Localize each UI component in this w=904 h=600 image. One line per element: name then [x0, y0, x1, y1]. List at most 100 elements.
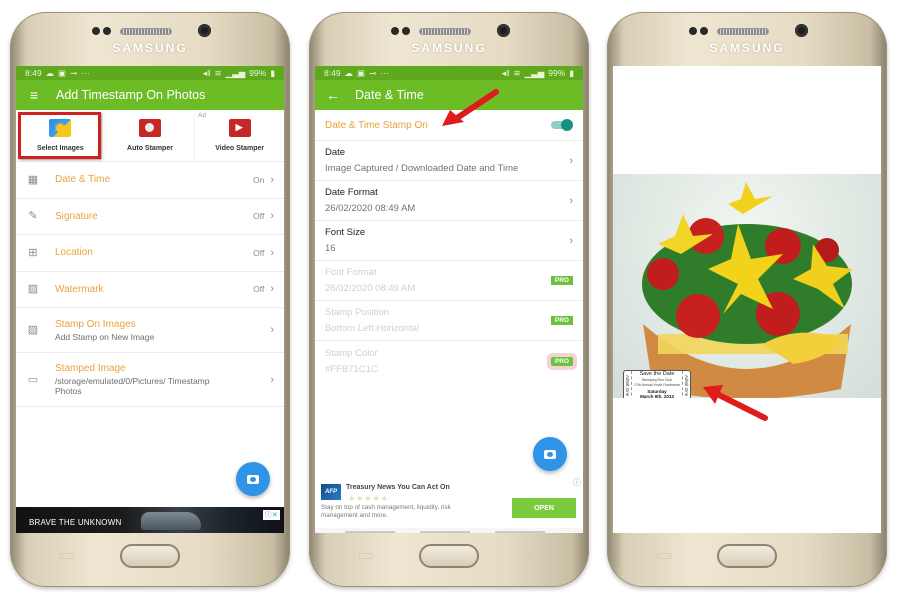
menu-value: Off — [253, 284, 265, 295]
chevron-right-icon: › — [569, 194, 573, 207]
auto-stamper-icon — [139, 119, 161, 137]
setting-value: Image Captured / Downloaded Date and Tim… — [325, 163, 519, 174]
setting-label: Stamp Color — [325, 347, 378, 359]
setting-date-format[interactable]: Date Format 26/02/2020 08:49 AM › — [315, 181, 583, 221]
select-images-button[interactable]: Select Images — [16, 110, 105, 161]
video-stamper-icon — [228, 119, 251, 137]
recent-apps-key[interactable] — [359, 553, 373, 559]
ad-open-button[interactable]: OPEN — [512, 498, 576, 518]
stamp-date: March 9th, 2013 — [640, 394, 674, 398]
setting-font-size[interactable]: Font Size 16 › — [315, 221, 583, 261]
home-button[interactable] — [120, 544, 180, 568]
mute-icon: ◂ǁ — [501, 67, 510, 78]
recent-apps-key[interactable] — [60, 553, 74, 559]
settings-menu: ▦ Date & Time On › ✎ Signature Off › ⊞ L… — [16, 162, 284, 407]
key-icon: ⊸ — [369, 67, 377, 78]
home-button[interactable] — [717, 544, 777, 568]
setting-stamp-position[interactable]: Stamp Position Bottom Left Horizontal PR… — [315, 301, 583, 341]
status-bar: 8:49 ☁ ▣ ⊸ ··· ◂ǁ ≋ ▁▃▅ 99% ▮ — [315, 66, 583, 80]
phone-date-time-screen: SAMSUNG 8:49 ☁ ▣ ⊸ ··· ◂ǁ ≋ ▁▃▅ 99% ▮ ← … — [309, 12, 589, 587]
back-arrow-icon[interactable]: ← — [325, 87, 341, 103]
menu-item-signature[interactable]: ✎ Signature Off › — [16, 199, 284, 235]
calendar-icon: ▦ — [27, 173, 39, 186]
menu-item-stamp-on-images[interactable]: ▨ Stamp On Images Add Stamp on New Image… — [16, 308, 284, 353]
stamp-line: 17th Annual Youth Fundraiser — [634, 383, 680, 388]
red-arrow-annotation — [442, 89, 499, 126]
phone-top-bezel: SAMSUNG — [10, 12, 290, 66]
back-key[interactable] — [226, 553, 240, 559]
pro-badge: PRO — [550, 276, 573, 285]
battery-icon: ▮ — [569, 67, 574, 78]
map-icon: ⊞ — [28, 246, 38, 259]
advertiser-logo: AFP — [321, 484, 341, 500]
setting-label: Date — [325, 147, 346, 158]
back-key[interactable] — [823, 553, 837, 559]
banner-ad[interactable]: BRAVE THE UNKNOWN ⓘ✕ — [16, 507, 284, 533]
screen-title: Date & Time — [355, 88, 424, 102]
phone-bottom-bezel — [309, 533, 589, 587]
menu-item-watermark[interactable]: ▨ Watermark Off › — [16, 272, 284, 308]
stage: SAMSUNG 8:49 ☁ ▣ ⊸ ··· ◂ǁ ≋ ▁▃▅ 99% ▮ ≡ … — [0, 0, 904, 600]
ad-info-icon[interactable]: ⓘ — [573, 477, 581, 488]
feature-label: Video Stamper — [215, 145, 265, 152]
signal-icon: ▁▃▅ — [225, 67, 246, 78]
feature-label: Select Images — [36, 145, 84, 152]
menu-value: Off — [253, 211, 265, 222]
cloud-icon: ☁ — [45, 67, 55, 78]
menu-sublabel: /storage/emulated/0/Pictures/ Timestamp … — [55, 376, 210, 396]
menu-item-location[interactable]: ⊞ Location Off › — [16, 235, 284, 272]
setting-label: Date Format — [325, 187, 378, 198]
setting-date[interactable]: Date Image Captured / Downloaded Date an… — [315, 141, 583, 181]
gallery-icon: ▣ — [58, 67, 67, 78]
brand-logo: SAMSUNG — [411, 41, 487, 55]
setting-value: 16 — [325, 243, 336, 254]
select-images-icon — [49, 119, 72, 137]
signal-icon: ▁▃▅ — [524, 67, 545, 78]
preview-fab-button[interactable] — [533, 437, 567, 471]
phone-top-bezel: SAMSUNG — [309, 12, 589, 66]
wifi-icon: ≋ — [513, 67, 521, 78]
sensor-dots — [391, 27, 410, 35]
signature-pen-icon: ✎ — [28, 210, 38, 223]
setting-stamp-color[interactable]: Stamp Color #FFB71C1C PRO — [315, 341, 583, 381]
home-button[interactable] — [419, 544, 479, 568]
front-camera — [497, 24, 510, 37]
hamburger-menu-icon[interactable]: ≡ — [26, 87, 42, 103]
recent-apps-key[interactable] — [657, 553, 671, 559]
battery-level: 99% — [249, 68, 267, 78]
native-ad[interactable]: AFP Treasury News You Can Act On ★★★★★ S… — [315, 477, 583, 526]
chevron-right-icon: › — [270, 373, 274, 386]
front-camera — [795, 24, 808, 37]
video-stamper-button[interactable]: Video Stamper — [194, 110, 284, 161]
stamp-side-label: Admit One — [682, 371, 690, 398]
setting-value: #FFB71C1C — [325, 363, 378, 375]
battery-level: 99% — [548, 68, 566, 78]
flower-basket-image — [642, 182, 853, 398]
preview-fab-button[interactable] — [236, 462, 270, 496]
date-time-stamp-switch[interactable] — [551, 119, 573, 131]
image-stamp-icon: ▨ — [27, 324, 39, 336]
auto-stamper-button[interactable]: Auto Stamper — [104, 110, 195, 161]
key-icon: ⊸ — [70, 67, 78, 78]
menu-label: Stamped Image — [55, 363, 126, 374]
menu-label: Stamp On Images — [55, 318, 136, 330]
chevron-right-icon: › — [270, 173, 274, 186]
sensor-dots — [92, 27, 111, 35]
pro-badge: PRO — [550, 316, 573, 325]
menu-value: On — [252, 174, 265, 185]
back-key[interactable] — [525, 553, 539, 559]
menu-label: Date & Time — [55, 174, 111, 186]
menu-label: Location — [55, 247, 93, 259]
stamped-photo: Admit One Save the Date Winnipeg Run Clu… — [613, 174, 881, 398]
setting-value: Bottom Left Horizontal — [325, 323, 419, 334]
banner-ad-text: BRAVE THE UNKNOWN — [29, 517, 122, 527]
menu-item-date-time[interactable]: ▦ Date & Time On › — [16, 162, 284, 199]
front-camera — [198, 24, 211, 37]
setting-font-format[interactable]: Font Format 26/02/2020 08:49 AM PRO — [315, 261, 583, 301]
menu-item-stamped-image[interactable]: ▭ Stamped Image /storage/emulated/0/Pict… — [16, 353, 284, 407]
ad-choices-icon[interactable]: ⓘ✕ — [262, 510, 280, 520]
ad-rating-stars: ★★★★★ — [348, 494, 389, 503]
wifi-icon: ≋ — [214, 67, 222, 78]
status-time: 8:49 — [25, 68, 42, 78]
phone-stamped-photo-screen: SAMSUNG Admit One Save the Date Winnipeg… — [607, 12, 887, 587]
